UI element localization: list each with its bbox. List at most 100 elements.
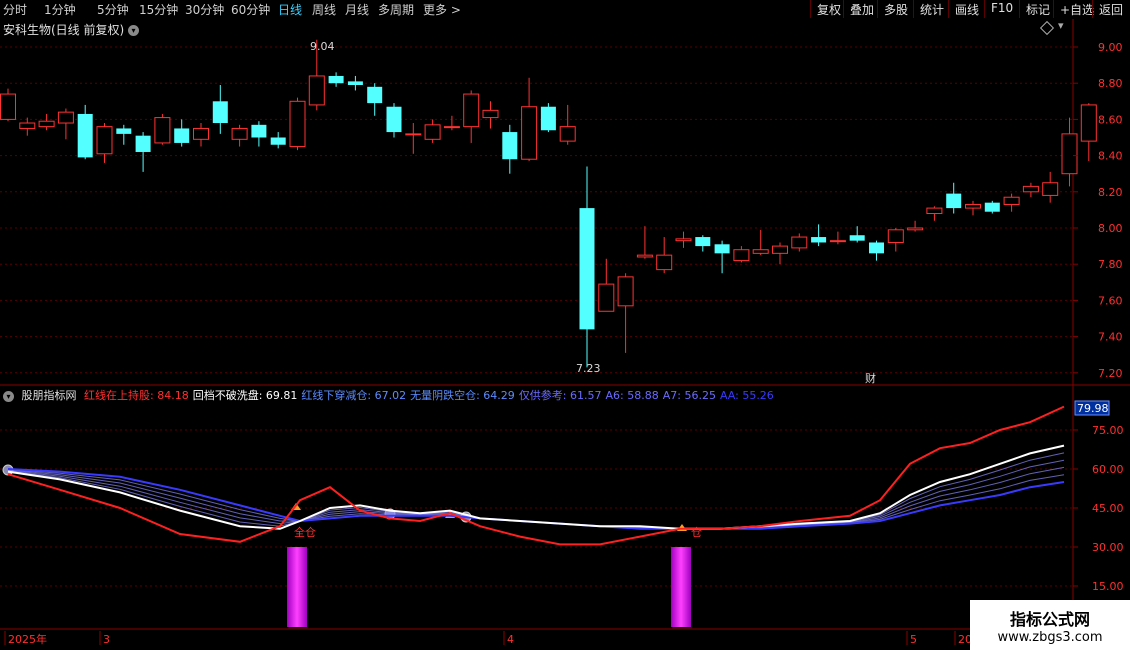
candle-body xyxy=(811,237,827,243)
price-tick-label: 8.40 xyxy=(1098,150,1123,163)
kline-chart[interactable]: 9.00 8.80 8.60 8.40 8.20 8.00 7.80 7.60 7.40 7.20… xyxy=(0,0,1130,650)
candle-body xyxy=(502,132,518,160)
candle-body xyxy=(1022,185,1039,193)
candle-body xyxy=(598,283,615,312)
watermark-url: www.zbgs3.com xyxy=(997,630,1103,645)
candle-body xyxy=(386,106,402,133)
candle-body xyxy=(174,128,190,143)
candle-body xyxy=(251,124,267,138)
indicator-value: A6: 58.88 xyxy=(605,389,659,402)
candle-body xyxy=(308,75,325,106)
candle-body xyxy=(1080,104,1097,142)
candle-body xyxy=(752,249,769,254)
indicator-values: 红线在上持股: 84.18 回档不破洗盘: 69.81 红线下穿减仓: 67.02 无… xyxy=(84,389,778,402)
indicator-value: 仅供参考: 61.57 xyxy=(518,389,602,402)
position-label: 仓 xyxy=(691,525,702,539)
indicator-value: 红线下穿减仓: 67.02 xyxy=(301,389,407,402)
candle-body xyxy=(984,202,1000,212)
indicator-tick-label: 45.00 xyxy=(1092,502,1124,515)
price-tick-label: 7.20 xyxy=(1098,367,1123,380)
chevron-down-icon[interactable]: ▾ xyxy=(128,25,140,36)
candle-body xyxy=(772,245,788,254)
candle-body xyxy=(231,127,248,140)
indicator-tick-label: 60.00 xyxy=(1092,463,1124,476)
date-tick-label: 4 xyxy=(507,633,514,646)
watermark: 指标公式网 www.zbgs3.com xyxy=(970,600,1130,650)
date-tick-label: 3 xyxy=(103,633,110,646)
date-tick-label: 5 xyxy=(910,633,917,646)
candle-body xyxy=(887,229,904,243)
buy-signal-bar xyxy=(287,547,307,627)
candle-body xyxy=(1003,196,1020,205)
candle-body xyxy=(869,242,884,254)
candle-body xyxy=(405,133,422,136)
stock-title-text: 安科生物(日线 前复权) xyxy=(3,23,125,37)
candle-body xyxy=(482,109,499,119)
indicator-tick-label: 30.00 xyxy=(1092,541,1124,554)
chevron-down-icon[interactable]: ▾ xyxy=(3,390,14,402)
candle-body xyxy=(733,249,750,262)
stock-title: 安科生物(日线 前复权) ▾ xyxy=(3,21,140,38)
indicator-legend: ▾ 股朋指标网 红线在上持股: 84.18 回档不破洗盘: 69.81 红线下穿减仓… xyxy=(3,387,782,403)
chevron-down-icon[interactable]: ▾ xyxy=(1058,19,1064,32)
candle-body xyxy=(617,276,634,307)
candle-body xyxy=(1042,182,1059,196)
candle-body xyxy=(0,93,16,120)
indicator-tick-label: 15.00 xyxy=(1092,580,1124,593)
candle-body xyxy=(656,254,673,271)
price-tick-label: 7.40 xyxy=(1098,331,1123,344)
candle-body xyxy=(212,101,228,124)
candle-body xyxy=(695,237,711,247)
candle-body xyxy=(289,100,306,148)
candle-body xyxy=(347,81,363,86)
candle-body xyxy=(559,126,576,142)
candle-body xyxy=(135,135,151,152)
finance-marker[interactable]: 财 xyxy=(865,371,876,385)
candle-body xyxy=(791,236,808,249)
indicator-value: 回档不破洗盘: 69.81 xyxy=(192,389,298,402)
indicator-tick-label: 75.00 xyxy=(1092,424,1124,437)
candle-body xyxy=(463,93,480,128)
price-tick-label: 9.00 xyxy=(1098,41,1123,54)
full-position-label: 全仓 xyxy=(294,525,316,539)
candle-body xyxy=(116,128,132,134)
date-tick-label: 2025年 xyxy=(8,632,47,646)
candle-body xyxy=(946,193,962,209)
candle-body xyxy=(193,127,209,140)
indicator-value: 红线在上持股: 84.18 xyxy=(84,389,189,402)
candle-body xyxy=(579,208,595,330)
price-tick-label: 7.80 xyxy=(1098,258,1123,271)
candle-body xyxy=(77,113,93,158)
price-tick-label: 8.00 xyxy=(1098,222,1123,235)
price-tick-label: 8.60 xyxy=(1098,113,1123,126)
candle-body xyxy=(636,254,653,258)
price-tick-label: 7.60 xyxy=(1098,294,1123,307)
chart-grid xyxy=(0,19,1130,650)
candle-body xyxy=(328,75,344,84)
watermark-title: 指标公式网 xyxy=(1009,610,1090,629)
candle-body xyxy=(154,117,171,144)
candle-body xyxy=(829,240,846,243)
candle-body xyxy=(1061,133,1078,175)
candle-body xyxy=(19,122,36,129)
candle-body xyxy=(540,106,556,131)
candle-body xyxy=(926,207,943,215)
candle-body xyxy=(38,120,55,128)
indicator-value: 无量阴跌空仓: 64.29 xyxy=(410,389,515,402)
indicator-name: 股朋指标网 xyxy=(21,389,77,402)
candle-body xyxy=(270,137,286,145)
low-price-label: 7.23 xyxy=(576,362,601,375)
current-value-text: 79.98 xyxy=(1077,402,1109,415)
indicator-value: A7: 56.25 xyxy=(662,389,716,402)
candle-body xyxy=(367,86,383,104)
candle-body xyxy=(57,111,74,124)
price-tick-label: 8.80 xyxy=(1098,77,1123,90)
indicator-value: AA: 55.26 xyxy=(719,389,774,402)
candle-body xyxy=(849,235,865,241)
candle-body xyxy=(521,106,538,160)
candle-body xyxy=(675,238,692,242)
price-tick-label: 8.20 xyxy=(1098,186,1123,199)
candle-body xyxy=(96,126,113,155)
candle-body xyxy=(443,126,460,129)
candle-body xyxy=(424,124,441,140)
